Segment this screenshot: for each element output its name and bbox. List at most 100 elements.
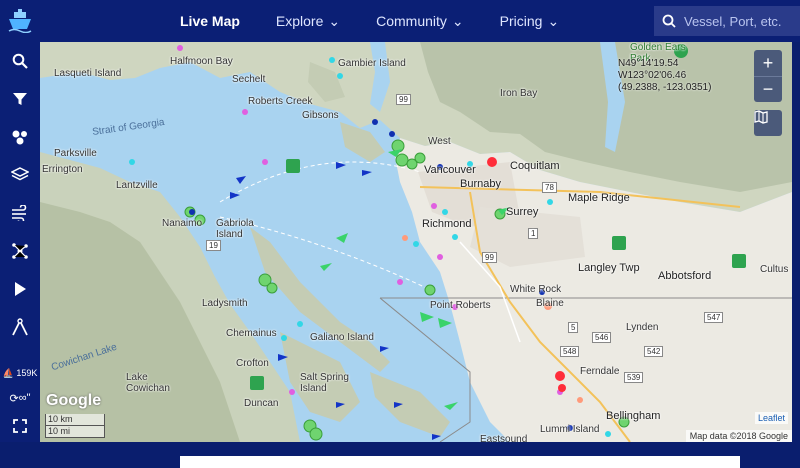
map-label-langley: Langley Twp [578, 262, 640, 274]
map-type-button[interactable] [754, 110, 782, 136]
chevron-down-icon: ⌄ [451, 12, 464, 29]
highway-5: 5 [568, 322, 579, 333]
map-label-lummi: Lummi Island [540, 424, 600, 435]
nav-explore[interactable]: Explore ⌄ [276, 13, 340, 30]
zoom-out-button[interactable]: − [754, 76, 782, 102]
sidebar-filter-button[interactable] [0, 80, 40, 118]
sidebar-weather-button[interactable] [0, 194, 40, 232]
scale-mi: 10 mi [45, 426, 105, 438]
nav-community-label: Community [376, 13, 447, 29]
highway-19: 19 [206, 240, 221, 251]
sidebar-play-button[interactable] [0, 270, 40, 308]
map-label-point-roberts: Point Roberts [430, 300, 491, 311]
map-label-lasqueti: Lasqueti Island [54, 68, 122, 79]
map-label-lynden: Lynden [626, 322, 659, 333]
map-label-duncan: Duncan [244, 398, 279, 409]
highway-7b: 78 [542, 182, 557, 193]
sidebar-layers-button[interactable] [0, 156, 40, 194]
search-box [654, 6, 800, 36]
search-icon [12, 53, 28, 69]
layers-icon [11, 167, 29, 181]
sidebar-density-button[interactable] [0, 118, 40, 156]
map-label-galiano: Galiano Island [310, 332, 374, 343]
nav-live-map[interactable]: Live Map [180, 13, 240, 29]
sync-icon: ⟳ [9, 392, 19, 405]
zoom-in-button[interactable]: + [754, 50, 782, 76]
highway-99-south: 99 [482, 252, 497, 263]
map-label-ladysmith: Ladysmith [202, 298, 248, 309]
highway-99-north: 99 [396, 94, 411, 105]
map-label-maple-ridge: Maple Ridge [568, 192, 630, 204]
map-label-lake-cowichan: Lake Cowichan [126, 372, 170, 394]
map-icon [754, 110, 768, 124]
sidebar-search-button[interactable] [0, 42, 40, 80]
leaflet-link[interactable]: Leaflet [754, 412, 788, 424]
ship-small-icon: ⛵ [2, 368, 14, 378]
map-canvas[interactable]: Lasqueti Island Halfmoon Bay Sechelt Gam… [40, 42, 792, 442]
nav-live-map-label: Live Map [180, 13, 240, 29]
map-label-halfmoon-bay: Halfmoon Bay [170, 56, 233, 67]
search-icon[interactable] [662, 14, 676, 28]
chevron-down-icon: ⌄ [547, 12, 560, 29]
highway-547: 547 [704, 312, 724, 323]
map-label-crofton: Crofton [236, 358, 269, 369]
map-label-eastsound: Eastsound [480, 434, 528, 442]
filter-icon [13, 93, 27, 105]
compass-measure-icon [12, 318, 28, 336]
map-label-ferndale: Ferndale [580, 366, 620, 377]
sidebar-fullscreen-button[interactable] [0, 410, 40, 442]
map-label-parksville: Parksville [54, 148, 97, 159]
map-attribution: Map data ©2018 Google [685, 430, 792, 442]
vessel-count: ⛵ 159K [0, 368, 40, 379]
map-label-surrey: Surrey [506, 206, 539, 218]
scale-km: 10 km [45, 414, 105, 426]
search-input[interactable] [684, 13, 794, 29]
longitude-readout: W123°02'06.46 [618, 70, 687, 81]
google-logo: Google [46, 392, 102, 409]
map-label-gambier: Gambier Island [338, 58, 406, 69]
nav-pricing-label: Pricing [499, 13, 543, 29]
zoom-controls: + − [754, 50, 782, 102]
chevron-down-icon: ⌄ [328, 12, 341, 29]
vessel-count-value: 159K [16, 368, 38, 378]
latitude-readout: N49°14'19.54 [618, 58, 679, 69]
bottom-banner [180, 456, 740, 468]
fullscreen-icon [13, 419, 27, 433]
map-label-vancouver: Vancouver [424, 164, 476, 176]
highway-539: 539 [624, 372, 644, 383]
main-nav: Live Map Explore ⌄ Community ⌄ Pricing ⌄ [180, 13, 595, 30]
map-label-errington: Errington [42, 164, 83, 175]
map-scale: 10 km 10 mi [45, 414, 105, 438]
ship-logo-icon[interactable] [0, 0, 40, 42]
map-label-white-rock: White Rock [510, 284, 562, 295]
highway-542: 542 [644, 346, 664, 357]
decimal-coordinates-readout: (49.2388, -123.0351) [618, 82, 712, 93]
nav-pricing[interactable]: Pricing ⌄ [500, 13, 560, 30]
cursor-coordinates: N49°14'19.54 W123°02'06.46 (49.2388, -12… [618, 58, 711, 94]
map-label-sechelt: Sechelt [232, 74, 266, 85]
sync-label: ∞" [18, 392, 31, 404]
map-label-nanaimo: Nanaimo [162, 218, 203, 229]
map-label-iron-bay: Iron Bay [500, 88, 538, 99]
map-label-blaine: Blaine [536, 298, 564, 309]
highway-548: 548 [560, 346, 580, 357]
nav-community[interactable]: Community ⌄ [376, 13, 464, 30]
sidebar-measure-button[interactable] [0, 308, 40, 346]
map-label-richmond: Richmond [422, 218, 472, 230]
tool-sidebar: ⛵ 159K ⟳ ∞" [0, 42, 40, 442]
top-navigation-bar: Live Map Explore ⌄ Community ⌄ Pricing ⌄ [0, 0, 800, 42]
network-icon [12, 243, 28, 259]
bottom-bar [0, 442, 800, 468]
map-label-coquitlam: Coquitlam [510, 160, 560, 172]
wind-icon [12, 205, 27, 221]
highway-546: 546 [592, 332, 612, 343]
sidebar-network-button[interactable] [0, 232, 40, 270]
map-label-roberts-creek: Roberts Creek [248, 96, 313, 107]
nav-explore-label: Explore [275, 13, 324, 29]
density-icon [12, 130, 27, 145]
map-label-gabriola: Gabriola Island [216, 218, 254, 240]
map-label-west-vancouver: West [428, 136, 451, 147]
map-label-cultus: Cultus [760, 264, 789, 275]
map-label-chemainus: Chemainus [226, 328, 277, 339]
map-label-saltspring: Salt Spring Island [300, 372, 349, 394]
